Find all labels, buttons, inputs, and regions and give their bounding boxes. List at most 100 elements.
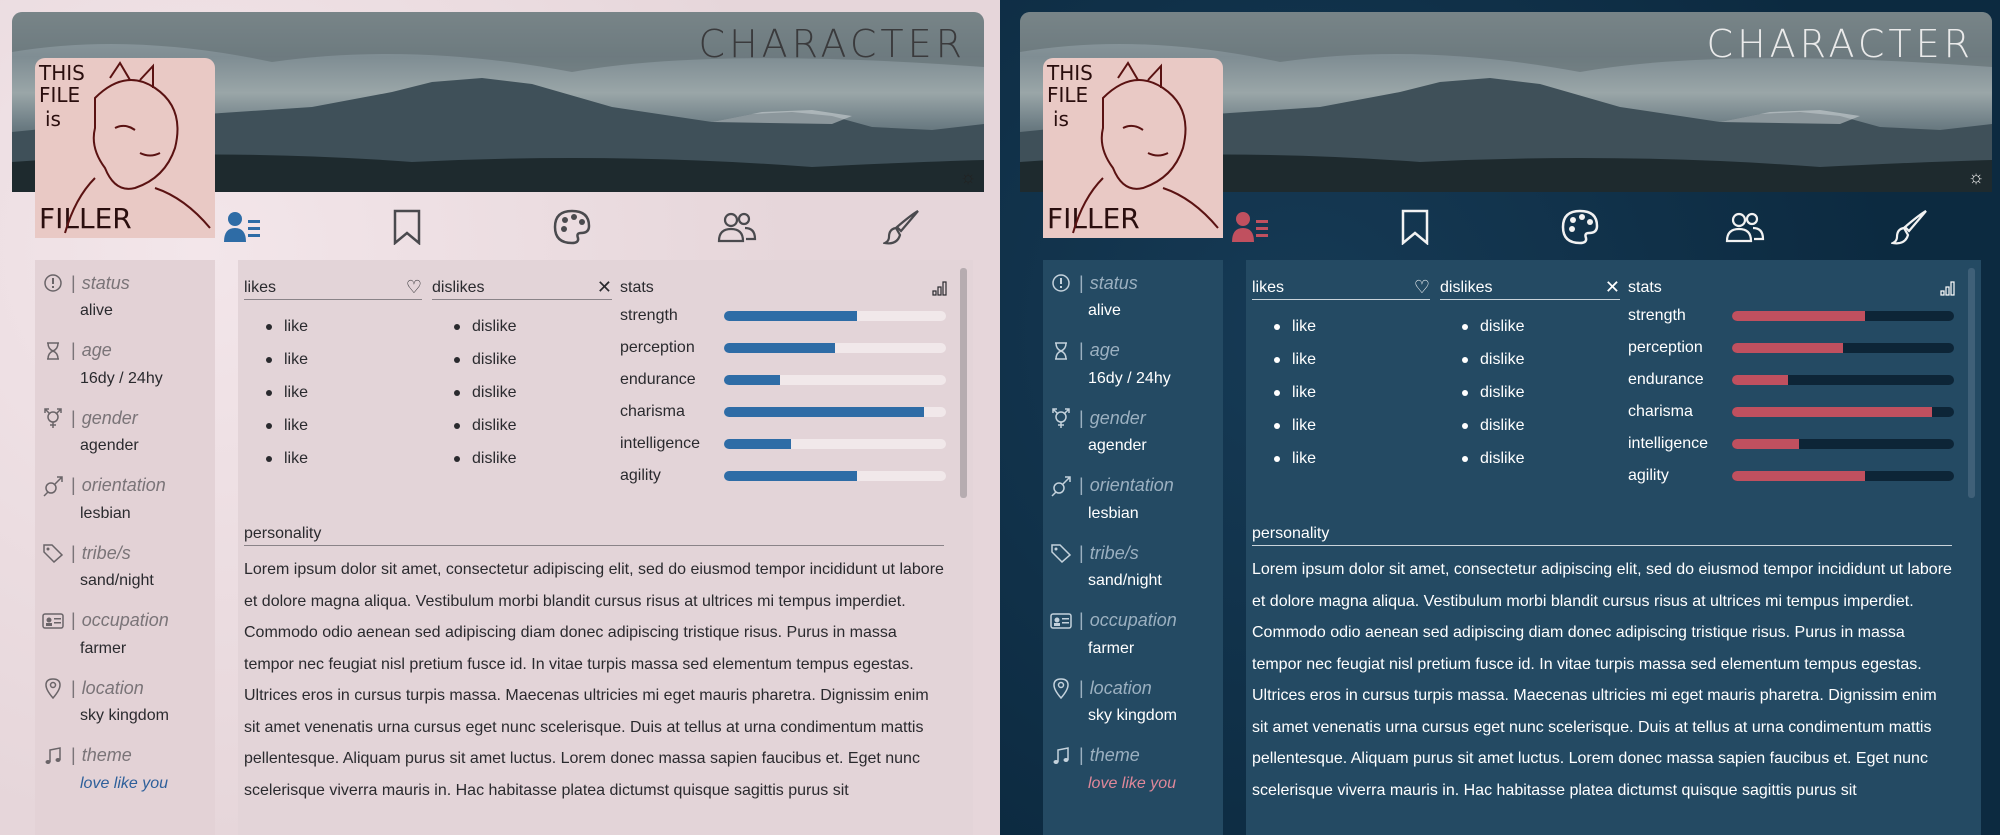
tab-palette[interactable] [1555,202,1605,252]
sidebar-item-occupation: | occupation [1043,606,1223,636]
likes-column: likes ♡ like like like like like [1252,276,1430,475]
location-pin-icon [41,676,65,700]
likes-column: likes ♡ like like like like like [244,276,422,475]
sidebar-item-value: farmer [80,639,127,657]
list-item: dislike [454,442,612,475]
sidebar-item-value: sand/night [80,572,154,589]
avatar: THIS FILE is FILLER [35,58,215,238]
tag-icon [1049,541,1073,565]
separator: | [1079,407,1084,428]
gender-icon [1049,406,1073,430]
dislikes-list: dislike dislike dislike dislike dislike [432,310,612,475]
sidebar-item-label: age [81,340,112,360]
tab-bookmarks[interactable] [1390,202,1440,252]
avatar-caption-4: FILLER [39,202,132,235]
stats-header: stats [620,276,948,300]
stat-bar-fill [1732,407,1932,417]
sidebar-item-label: tribe/s [1089,542,1139,563]
tab-profile[interactable] [217,202,267,252]
avatar-sketch: THIS FILE is FILLER [38,61,211,235]
dislikes-column: dislikes ✕ dislike dislike dislike disli… [432,276,612,475]
list-item: dislike [1462,310,1620,343]
brush-icon [883,210,919,245]
stat-label: strength [620,307,678,324]
scrollbar[interactable] [960,268,967,498]
sidebar-item-value: 16dy / 24hy [80,369,163,387]
id-card-icon [1232,212,1268,242]
stat-bar-fill [1732,375,1788,385]
list-item: like [266,343,422,376]
sidebar-item-status: | status [1043,268,1223,298]
stat-bar-fill [1732,311,1866,321]
sidebar-item-label: location [1089,677,1152,698]
tab-bar [217,202,967,252]
sun-icon[interactable]: ☼ [1966,167,1986,187]
sun-icon[interactable]: ☼ [958,167,978,187]
sidebar-item-value[interactable]: love like you [1088,775,1176,793]
tab-bookmarks[interactable] [382,202,432,252]
avatar-caption-1: THIS [38,61,85,85]
page-title: CHARACTER [1706,22,1974,66]
stat-bar [724,311,946,321]
stat-bar [1732,439,1954,449]
scrollbar[interactable] [1968,268,1975,498]
sidebar-item-gender: | gender [35,403,215,433]
music-note-icon [1049,744,1073,768]
stat-bar [724,407,946,417]
stat-intelligence: intelligence [1628,428,1956,460]
sidebar-item-label: status [81,272,130,293]
sidebar-item-value[interactable]: love like you [80,775,168,793]
tab-relationships[interactable] [1720,202,1770,252]
sidebar-item-tribes: | tribe/s [1043,538,1223,568]
tab-bar [1225,202,1975,252]
tab-art[interactable] [877,202,927,252]
likes-title: likes [244,278,277,296]
separator: | [71,272,76,293]
tab-palette[interactable] [547,202,597,252]
sidebar-item-orientation: | orientation [35,471,215,501]
palette-icon [553,209,591,245]
stat-bar [1732,407,1954,417]
close-icon: ✕ [1604,277,1620,297]
stat-bar [1732,311,1954,321]
separator: | [1079,610,1084,630]
sidebar-item-occupation: | occupation [35,606,215,636]
avatar-caption-2: FILE [39,83,80,107]
list-item: dislike [454,310,612,343]
stat-endurance: endurance [1628,364,1956,396]
dislikes-title: dislikes [432,278,485,296]
list-item: like [266,310,422,343]
avatar-sketch: THIS FILE is FILLER [1046,61,1219,235]
separator: | [1079,677,1084,698]
tab-art[interactable] [1885,202,1935,252]
sidebar-item-label: occupation [81,610,169,630]
id-badge-icon [41,609,65,633]
list-item: like [1274,310,1430,343]
separator: | [1079,475,1084,495]
sidebar-item-value: lesbian [1088,504,1139,522]
personality-title: personality [244,524,322,542]
separator: | [71,340,76,360]
stat-endurance: endurance [620,364,948,396]
separator: | [71,745,76,765]
palette-icon [1561,209,1599,245]
stat-bar [724,343,946,353]
stat-bar-fill [724,439,791,449]
stat-strength: strength [1628,300,1956,332]
list-item: dislike [1462,442,1620,475]
separator: | [71,677,76,698]
stat-label: perception [1628,339,1703,356]
stats-title: stats [620,279,654,296]
sidebar-item-theme: | theme [1043,741,1223,771]
separator: | [71,542,76,563]
stat-intelligence: intelligence [620,428,948,460]
sidebar-item-value: sky kingdom [80,707,169,724]
list-item: like [1274,343,1430,376]
list-item: like [1274,376,1430,409]
tab-profile[interactable] [1225,202,1275,252]
tab-relationships[interactable] [712,202,762,252]
sidebar-item-label: orientation [1089,475,1174,495]
gender-icon [41,406,65,430]
sidebar-item-label: theme [81,745,132,765]
list-item: dislike [454,409,612,442]
